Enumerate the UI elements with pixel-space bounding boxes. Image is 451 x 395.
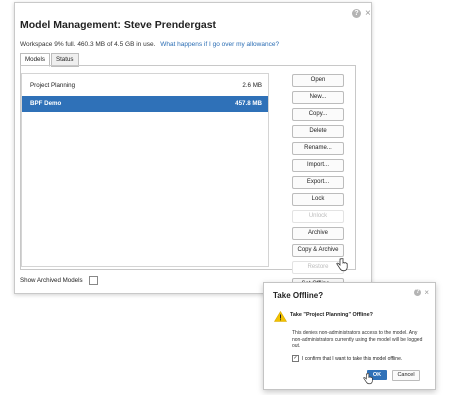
unlock-button: Unlock <box>292 210 344 223</box>
new-button[interactable]: New... <box>292 91 344 104</box>
hand-cursor-icon <box>336 257 348 277</box>
model-row-bpf-demo[interactable]: BPF Demo 457.8 MB <box>22 96 268 112</box>
cancel-button[interactable]: Cancel <box>392 370 420 381</box>
model-list[interactable]: Project Planning 2.6 MB BPF Demo 457.8 M… <box>21 73 269 267</box>
workspace-usage: Workspace 9% full. 460.3 MB of 4.5 GB in… <box>20 41 279 48</box>
open-button[interactable]: Open <box>292 74 344 87</box>
model-name: Project Planning <box>30 82 76 89</box>
offline-description: This denies non-administrators access to… <box>292 330 423 350</box>
close-icon[interactable]: × <box>365 9 371 19</box>
dialog-header-icons: ? × <box>352 9 371 19</box>
model-size: 457.8 MB <box>235 100 262 107</box>
usage-text: Workspace 9% full. 460.3 MB of 4.5 GB in… <box>20 41 156 48</box>
model-name: BPF Demo <box>30 100 62 107</box>
confirm-row: ✓ I confirm that I want to take this mod… <box>292 355 402 362</box>
archive-button[interactable]: Archive <box>292 227 344 240</box>
help-icon[interactable]: ? <box>352 9 361 18</box>
help-icon[interactable]: ? <box>414 289 422 296</box>
close-icon[interactable]: × <box>424 289 429 297</box>
offline-question: Take "Project Planning" Offline? <box>290 312 373 318</box>
dialog-title: Model Management: Steve Prendergast <box>20 19 217 31</box>
copy-button[interactable]: Copy... <box>292 108 344 121</box>
model-row-project-planning[interactable]: Project Planning 2.6 MB <box>22 78 268 94</box>
show-archived-checkbox[interactable] <box>88 276 98 285</box>
show-archived-label: Show Archived Models <box>20 277 83 284</box>
allowance-link[interactable]: What happens if I go over my allowance? <box>160 41 279 48</box>
offline-dialog-title: Take Offline? <box>273 291 324 300</box>
copy-archive-button[interactable]: Copy & Archive <box>292 244 344 257</box>
take-offline-dialog: Take Offline? ? × Take "Project Planning… <box>263 282 436 390</box>
delete-button[interactable]: Delete <box>292 125 344 138</box>
confirm-label: I confirm that I want to take this model… <box>302 355 403 362</box>
rename-button[interactable]: Rename... <box>292 142 344 155</box>
confirm-checkbox[interactable]: ✓ <box>292 355 299 362</box>
offline-dialog-header-icons: ? × <box>414 289 429 297</box>
import-button[interactable]: Import... <box>292 159 344 172</box>
warning-icon <box>273 309 288 327</box>
show-archived-row: Show Archived Models <box>20 276 98 285</box>
lock-button[interactable]: Lock <box>292 193 344 206</box>
hand-cursor-icon <box>363 372 373 390</box>
export-button[interactable]: Export... <box>292 176 344 189</box>
model-size: 2.6 MB <box>242 82 262 89</box>
